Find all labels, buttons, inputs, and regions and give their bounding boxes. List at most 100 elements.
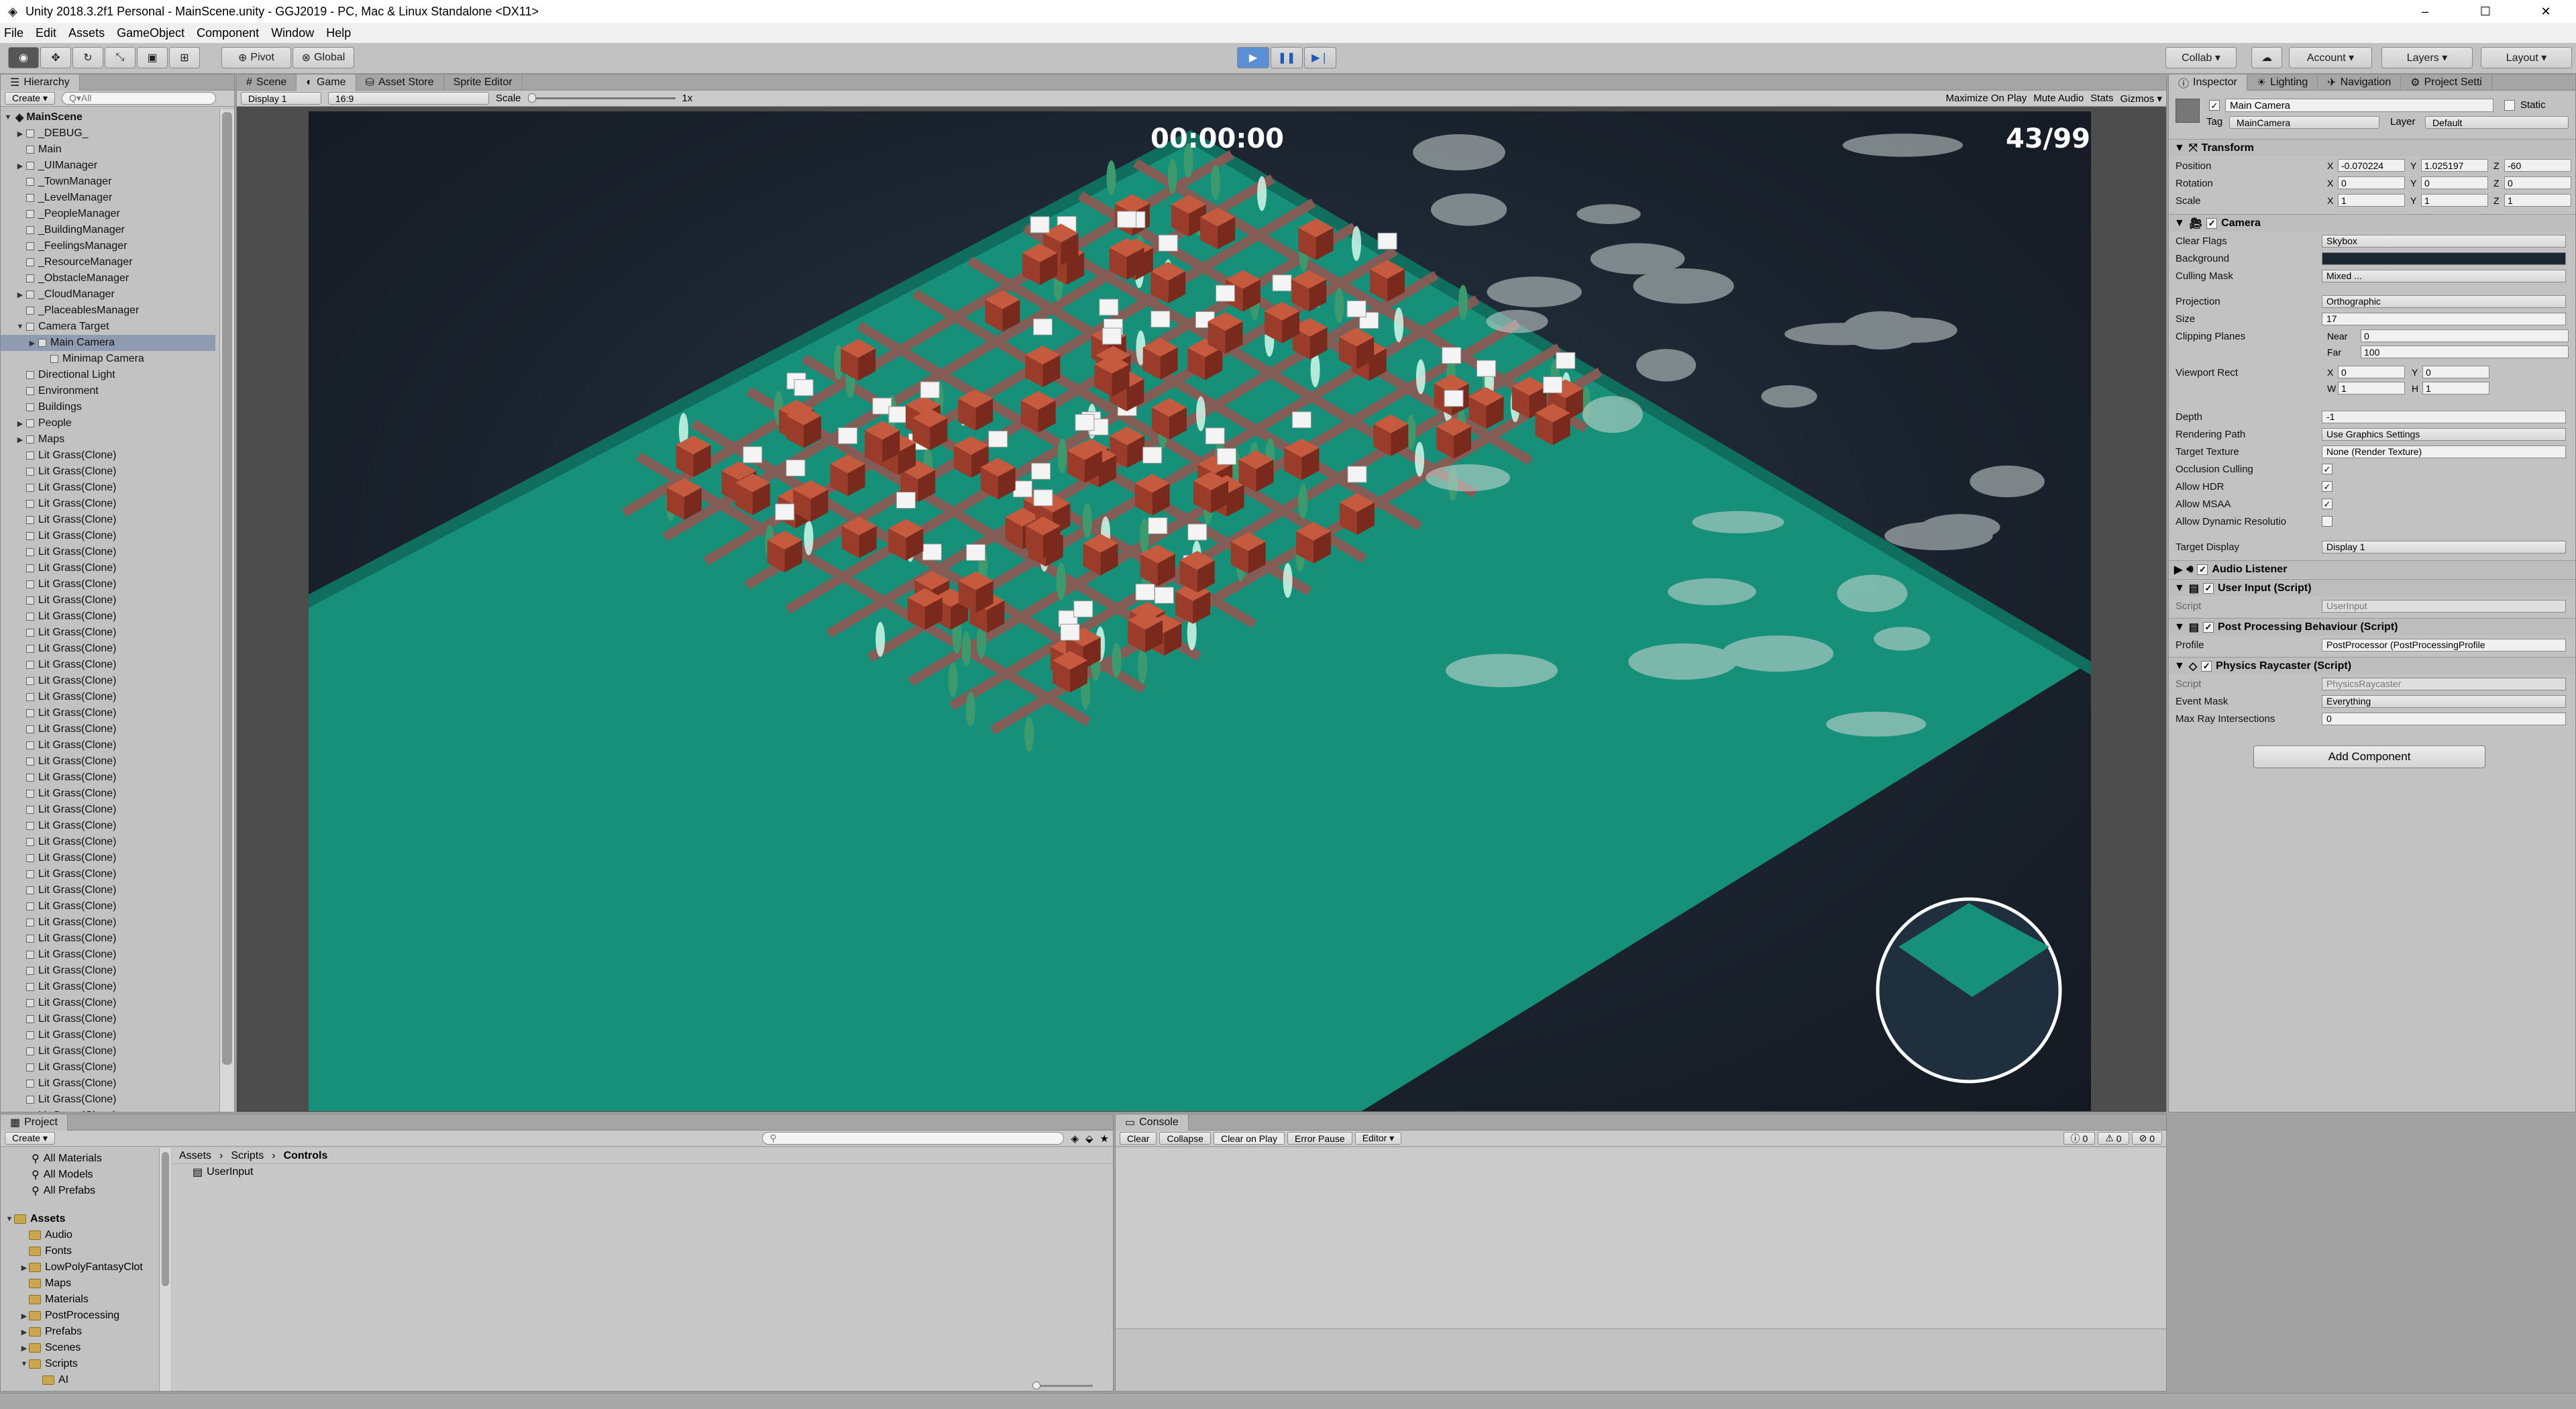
folder-item[interactable]: Fonts [1,1243,162,1259]
folder-item[interactable]: ▶ Prefabs [1,1324,162,1340]
hierarchy-item[interactable]: Lit Grass(Clone) [1,705,215,721]
collab-button[interactable]: Collab ▾ [2165,47,2237,68]
hierarchy-scrollbar[interactable] [219,109,234,1112]
hierarchy-item[interactable]: _LevelManager [1,190,215,206]
hierarchy-item[interactable]: Lit Grass(Clone) [1,609,215,625]
tab-lighting[interactable]: ☀ Lighting [2247,74,2318,91]
maximize-on-play-toggle[interactable]: Maximize On Play [1945,93,2027,104]
allow-hdr-checkbox[interactable]: ✓ [2322,481,2332,492]
hierarchy-item[interactable]: Lit Grass(Clone) [1,480,215,496]
tab-inspector[interactable]: ⓘ Inspector [2169,74,2247,91]
position-z-field[interactable]: -60 [2504,159,2571,172]
clear-flags-dropdown[interactable]: Skybox [2322,234,2566,248]
project-create-button[interactable]: Create ▾ [5,1132,55,1145]
project-search-input[interactable]: ⚲ [762,1132,1065,1145]
folder-item[interactable]: ▶ LowPolyFantasyClot [1,1259,162,1275]
hierarchy-item[interactable]: Main [1,142,215,158]
hierarchy-scroll-thumb[interactable] [222,112,232,1065]
hierarchy-item[interactable]: Lit Grass(Clone) [1,448,215,464]
hierarchy-item[interactable]: ▶ Maps [1,431,215,448]
menu-edit[interactable]: Edit [36,26,56,40]
profile-field[interactable]: PostProcessor (PostProcessingProfile [2322,638,2566,651]
post-processing-checkbox[interactable]: ✓ [2202,621,2214,633]
tab-sprite-editor[interactable]: Sprite Editor [444,74,523,91]
menu-window[interactable]: Window [271,26,314,40]
transform-tool-button[interactable]: ⊞ [169,47,200,68]
rotate-tool-button[interactable]: ↻ [72,47,103,68]
user-input-header[interactable]: ▼ ▤ ✓ User Input (Script) [2169,579,2575,596]
post-processing-header[interactable]: ▼ ▤ ✓ Post Processing Behaviour (Script) [2169,618,2575,635]
position-x-field[interactable]: -0.070224 [2338,159,2405,172]
hierarchy-item[interactable]: Lit Grass(Clone) [1,963,215,979]
hierarchy-item[interactable]: Lit Grass(Clone) [1,641,215,657]
icon-size-slider[interactable] [1032,1381,1093,1390]
rotation-x-field[interactable]: 0 [2338,176,2405,189]
icon-size-handle[interactable] [1032,1381,1040,1390]
hierarchy-item[interactable]: Minimap Camera [1,351,215,367]
console-detail-area[interactable] [1116,1330,2166,1391]
menu-component[interactable]: Component [197,26,259,40]
target-texture-field[interactable]: None (Render Texture) [2322,445,2566,458]
fold-arrow-icon[interactable]: ▶ [15,162,25,170]
tab-game[interactable]: ◐ Game [297,74,356,91]
project-tree-scrollbar[interactable] [159,1148,171,1391]
menu-file[interactable]: File [4,26,23,40]
play-button[interactable]: ▶ [1237,47,1269,68]
cloud-button[interactable]: ☁ [2251,47,2282,68]
favorite-star-icon[interactable]: ★ [1100,1133,1109,1145]
layers-dropdown[interactable]: Layers ▾ [2381,47,2473,68]
breadcrumb-assets[interactable]: Assets [179,1150,211,1162]
fold-arrow-icon[interactable]: ▼ [15,323,25,331]
allow-msaa-checkbox[interactable]: ✓ [2322,499,2332,509]
tab-asset-store[interactable]: ⛁ Asset Store [356,74,444,91]
console-log-area[interactable] [1116,1148,2166,1329]
console-clear-button[interactable]: Clear [1120,1132,1157,1145]
hierarchy-item[interactable]: _PeopleManager [1,206,215,222]
folder-item[interactable]: ▼ Scripts [1,1356,162,1372]
file-item[interactable]: ▤ UserInput [172,1164,1113,1180]
hierarchy-item[interactable]: Lit Grass(Clone) [1,592,215,609]
layer-dropdown[interactable]: Default [2425,116,2569,129]
rendering-path-dropdown[interactable]: Use Graphics Settings [2322,427,2566,441]
display-dropdown[interactable]: Display 1 [241,92,321,105]
object-active-checkbox[interactable]: ✓ [2209,100,2220,111]
hierarchy-item[interactable]: Lit Grass(Clone) [1,657,215,673]
hierarchy-item[interactable]: Lit Grass(Clone) [1,528,215,544]
hierarchy-item[interactable]: Lit Grass(Clone) [1,464,215,480]
menu-gameobject[interactable]: GameObject [117,26,184,40]
viewport-x-field[interactable]: 0 [2338,366,2405,378]
background-color-field[interactable] [2322,252,2566,265]
hierarchy-item[interactable]: Lit Grass(Clone) [1,1011,215,1027]
projection-dropdown[interactable]: Orthographic [2322,295,2566,308]
hierarchy-item[interactable]: Lit Grass(Clone) [1,1059,215,1076]
close-button[interactable]: ✕ [2516,0,2576,23]
hierarchy-item[interactable]: Lit Grass(Clone) [1,995,215,1011]
culling-mask-dropdown[interactable]: Mixed ... [2322,269,2566,282]
tag-dropdown[interactable]: MainCamera [2229,116,2379,129]
breadcrumb-controls[interactable]: Controls [284,1150,328,1162]
hierarchy-item[interactable]: ▼ Camera Target [1,319,215,335]
filter-label-icon[interactable]: ⬙ [1085,1133,1093,1145]
folder-item[interactable]: ▶ Scenes [1,1340,162,1356]
menu-help[interactable]: Help [326,26,351,40]
game-view[interactable]: 00:00:00 43/99 [309,111,2091,1111]
console-editor-dropdown[interactable]: Editor ▾ [1354,1132,1402,1145]
breadcrumb-scripts[interactable]: Scripts [231,1150,264,1162]
camera-header[interactable]: ▼ 🎥︎ ✓ Camera [2169,214,2575,231]
hierarchy-item[interactable]: _BuildingManager [1,222,215,238]
hierarchy-item[interactable]: Lit Grass(Clone) [1,560,215,576]
hierarchy-item[interactable]: Lit Grass(Clone) [1,721,215,737]
folder-item[interactable]: Materials [1,1292,162,1308]
pause-button[interactable]: ❚❚ [1271,47,1303,68]
rotation-z-field[interactable]: 0 [2504,176,2571,189]
minimap[interactable] [1876,897,2062,1084]
console-log-count[interactable]: ⓘ 0 [2063,1132,2096,1145]
hierarchy-item[interactable]: Lit Grass(Clone) [1,770,215,786]
hierarchy-item[interactable]: Lit Grass(Clone) [1,947,215,963]
fold-arrow-icon[interactable]: ▶ [15,435,25,444]
account-dropdown[interactable]: Account ▾ [2289,47,2372,68]
step-button[interactable]: ▶❘ [1304,47,1336,68]
folder-item[interactable]: Audio [1,1227,162,1243]
scale-slider[interactable] [527,93,676,103]
rotation-y-field[interactable]: 0 [2421,176,2488,189]
